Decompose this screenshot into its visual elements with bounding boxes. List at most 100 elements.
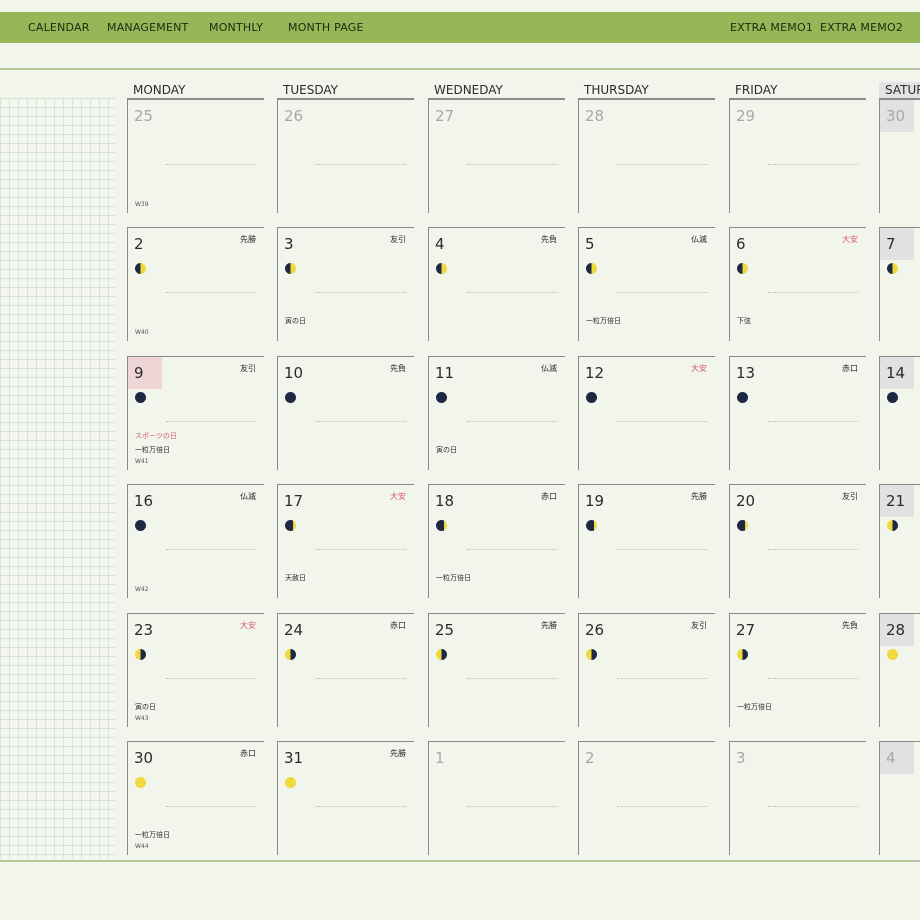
day-cell[interactable]: 31 先勝: [277, 741, 414, 855]
day-number: 2: [134, 235, 144, 253]
weekday-header-saturday: SATURDAY: [879, 82, 920, 99]
day-number: 25: [134, 107, 154, 125]
day-cell[interactable]: 13 赤口: [729, 356, 866, 470]
memo-dotted-line: [166, 292, 256, 293]
rokuyo-label: 友引: [691, 621, 707, 630]
moon-phase-icon: [737, 392, 748, 403]
memo-dotted-line: [316, 164, 406, 165]
moon-phase-icon: [586, 649, 597, 660]
moon-phase-icon: [135, 520, 146, 531]
day-cell[interactable]: 11 仏滅寅の日: [428, 356, 565, 470]
day-cell[interactable]: 2: [578, 741, 715, 855]
moon-phase-icon: [285, 520, 296, 531]
event-label: 一粒万倍日: [586, 317, 621, 325]
nav-extra-memo2[interactable]: EXTRA MEMO2: [820, 12, 903, 43]
memo-dotted-line: [467, 549, 557, 550]
day-cell[interactable]: 4 先負: [428, 227, 565, 341]
event-label: 一粒万倍日: [436, 574, 471, 582]
day-cell[interactable]: 28: [879, 613, 920, 727]
memo-dotted-line: [166, 806, 256, 807]
day-number: 30: [886, 107, 906, 125]
week-number: W39: [135, 201, 149, 208]
day-cell[interactable]: 2 先勝 W40: [127, 227, 264, 341]
day-cell[interactable]: 26 友引: [578, 613, 715, 727]
memo-dotted-line: [316, 549, 406, 550]
rokuyo-label: 大安: [691, 364, 707, 373]
moon-phase-icon: [737, 649, 748, 660]
day-cell[interactable]: 1: [428, 741, 565, 855]
day-number: 26: [585, 621, 605, 639]
nav-management[interactable]: MANAGEMENT: [107, 12, 188, 43]
rokuyo-label: 赤口: [842, 364, 858, 373]
moon-phase-icon: [436, 649, 447, 660]
day-cell[interactable]: 7: [879, 227, 920, 341]
day-cell[interactable]: 20 友引: [729, 484, 866, 598]
day-cell[interactable]: 25 W39: [127, 99, 264, 213]
memo-dotted-line: [316, 292, 406, 293]
moon-phase-icon: [586, 520, 597, 531]
week-number: W42: [135, 586, 149, 593]
day-cell[interactable]: 14: [879, 356, 920, 470]
day-cell[interactable]: 26: [277, 99, 414, 213]
memo-dotted-line: [617, 421, 707, 422]
rokuyo-label: 赤口: [390, 621, 406, 630]
event-label: 寅の日: [436, 446, 457, 454]
rokuyo-label: 大安: [842, 235, 858, 244]
day-number: 30: [134, 749, 154, 767]
day-number: 19: [585, 492, 605, 510]
day-cell[interactable]: 5 仏滅 一粒万倍日: [578, 227, 715, 341]
day-cell[interactable]: 6 大安 下弦: [729, 227, 866, 341]
memo-dotted-line: [316, 678, 406, 679]
day-cell[interactable]: 19 先勝: [578, 484, 715, 598]
day-cell[interactable]: 25 先勝: [428, 613, 565, 727]
day-number: 24: [284, 621, 304, 639]
memo-dotted-line: [617, 164, 707, 165]
day-number: 2: [585, 749, 595, 767]
day-cell[interactable]: 23 大安 寅の日 W43: [127, 613, 264, 727]
memo-dotted-line: [467, 292, 557, 293]
day-number: 13: [736, 364, 756, 382]
day-cell[interactable]: 27: [428, 99, 565, 213]
nav-monthly[interactable]: MONTHLY: [209, 12, 263, 43]
day-cell[interactable]: 3 友引 寅の日: [277, 227, 414, 341]
day-cell[interactable]: 30: [879, 99, 920, 213]
day-cell[interactable]: 4: [879, 741, 920, 855]
day-number: 21: [886, 492, 906, 510]
day-cell[interactable]: 30 赤口 一粒万倍日 W44: [127, 741, 264, 855]
day-number: 11: [435, 364, 455, 382]
rokuyo-label: 仏滅: [541, 364, 557, 373]
moon-phase-icon: [586, 392, 597, 403]
memo-dotted-line: [316, 806, 406, 807]
day-cell[interactable]: 21: [879, 484, 920, 598]
rokuyo-label: 赤口: [541, 492, 557, 501]
day-cell[interactable]: 3: [729, 741, 866, 855]
notes-grid-area[interactable]: [0, 98, 115, 858]
day-cell[interactable]: 18 赤口 一粒万倍日: [428, 484, 565, 598]
moon-phase-icon: [737, 263, 748, 274]
memo-dotted-line: [467, 678, 557, 679]
event-label: 一粒万倍日: [135, 446, 170, 454]
memo-dotted-line: [768, 806, 858, 807]
day-cell[interactable]: 17 大安 天赦日: [277, 484, 414, 598]
memo-dotted-line: [768, 549, 858, 550]
day-cell[interactable]: 24 赤口: [277, 613, 414, 727]
moon-phase-icon: [135, 777, 146, 788]
nav-calendar[interactable]: CALENDAR: [28, 12, 90, 43]
memo-dotted-line: [617, 678, 707, 679]
day-cell[interactable]: 9 友引 スポーツの日 一粒万倍日 W41: [127, 356, 264, 470]
moon-phase-icon: [887, 520, 898, 531]
divider-top: [0, 68, 920, 70]
day-cell[interactable]: 28: [578, 99, 715, 213]
day-cell[interactable]: 12 大安: [578, 356, 715, 470]
day-number: 6: [736, 235, 746, 253]
moon-phase-icon: [887, 263, 898, 274]
day-cell[interactable]: 29: [729, 99, 866, 213]
day-number: 5: [585, 235, 595, 253]
day-cell[interactable]: 16 仏滅 W42: [127, 484, 264, 598]
day-cell[interactable]: 10 先負: [277, 356, 414, 470]
rokuyo-label: 先勝: [691, 492, 707, 501]
nav-extra-memo1[interactable]: EXTRA MEMO1: [730, 12, 813, 43]
nav-month-page[interactable]: MONTH PAGE: [288, 12, 364, 43]
day-cell[interactable]: 27 先負 一粒万倍日: [729, 613, 866, 727]
week-number: W44: [135, 843, 149, 850]
